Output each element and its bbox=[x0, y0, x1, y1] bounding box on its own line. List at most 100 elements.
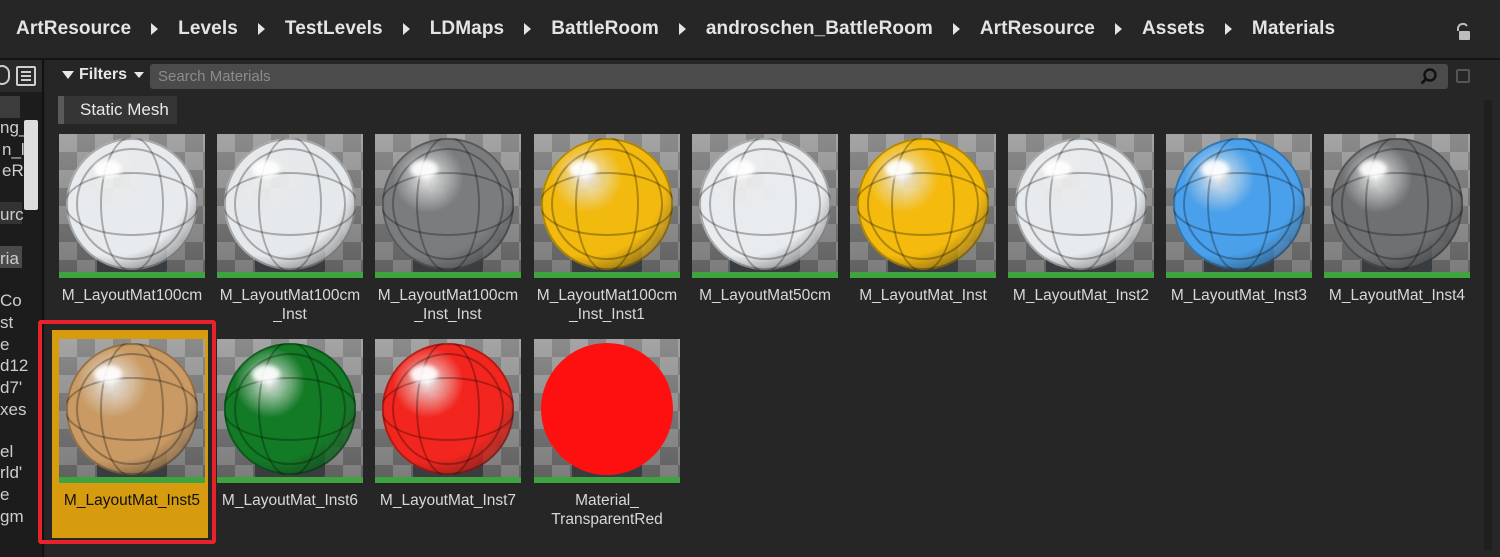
tree-item[interactable]: rld' bbox=[0, 463, 22, 483]
sphere-grid bbox=[382, 138, 514, 270]
asset-name: M_LayoutMat100cm _Inst_Inst1 bbox=[536, 287, 678, 323]
asset-tile[interactable]: M_LayoutMat100cm _Inst_Inst bbox=[375, 134, 521, 324]
breadcrumb-item[interactable]: LDMaps bbox=[430, 18, 505, 40]
material-thumbnail bbox=[534, 134, 680, 278]
chevron-right-icon[interactable] bbox=[1224, 23, 1232, 35]
asset-tile[interactable]: M_LayoutMat_Inst5 bbox=[59, 339, 205, 510]
asset-tile[interactable]: M_LayoutMat_Inst7 bbox=[375, 339, 521, 510]
chevron-right-icon[interactable] bbox=[151, 23, 159, 35]
tree-item[interactable]: eR bbox=[2, 161, 24, 181]
asset-name: M_LayoutMat_Inst4 bbox=[1328, 287, 1466, 304]
asset-name: M_LayoutMat100cm bbox=[61, 287, 203, 304]
asset-type-bar bbox=[534, 477, 680, 483]
breadcrumb-item[interactable]: ArtResource bbox=[980, 18, 1095, 40]
filters-button[interactable]: Filters bbox=[62, 66, 145, 84]
sources-toggle-icon[interactable] bbox=[0, 65, 10, 85]
asset-tile[interactable]: M_LayoutMat100cm _Inst_Inst1 bbox=[534, 134, 680, 324]
sphere-grid bbox=[382, 343, 514, 475]
tree-item[interactable]: el bbox=[0, 442, 13, 462]
material-thumbnail bbox=[217, 134, 363, 278]
tree-item[interactable]: gm bbox=[0, 507, 24, 527]
sphere-highlight bbox=[885, 160, 913, 178]
asset-tile[interactable]: M_LayoutMat_Inst2 bbox=[1008, 134, 1154, 305]
asset-name: M_LayoutMat_Inst2 bbox=[1012, 287, 1150, 304]
asset-tile[interactable]: M_LayoutMat100cm bbox=[59, 134, 205, 305]
breadcrumb-item[interactable]: Assets bbox=[1142, 18, 1205, 40]
asset-type-bar bbox=[375, 272, 521, 278]
asset-tile[interactable]: M_LayoutMat_Inst4 bbox=[1324, 134, 1470, 305]
material-thumbnail bbox=[534, 339, 680, 483]
sphere-highlight bbox=[252, 365, 280, 383]
path-bar: ArtResource Levels TestLevels LDMaps Bat… bbox=[0, 0, 1500, 60]
tree-item[interactable]: n_l bbox=[2, 140, 25, 160]
breadcrumb-item-current[interactable]: Materials bbox=[1252, 18, 1335, 40]
tree-item[interactable]: ria bbox=[0, 249, 19, 269]
material-sphere bbox=[1331, 138, 1463, 270]
asset-tile[interactable]: Material_ TransparentRed bbox=[534, 339, 680, 529]
material-thumbnail bbox=[1166, 134, 1312, 278]
material-thumbnail bbox=[375, 339, 521, 483]
tree-row-highlight bbox=[0, 96, 20, 118]
sources-toolbar bbox=[0, 60, 42, 92]
asset-name: M_LayoutMat100cm _Inst bbox=[219, 287, 361, 323]
list-view-icon[interactable] bbox=[16, 66, 36, 86]
asset-type-bar bbox=[59, 477, 205, 483]
filter-chip[interactable]: Static Mesh bbox=[58, 96, 177, 124]
asset-tile[interactable]: M_LayoutMat_Inst6 bbox=[217, 339, 363, 510]
tree-item[interactable]: urc bbox=[0, 205, 24, 225]
breadcrumb-item[interactable]: TestLevels bbox=[285, 18, 383, 40]
sphere-grid bbox=[224, 343, 356, 475]
material-thumbnail bbox=[850, 134, 996, 278]
material-thumbnail bbox=[1008, 134, 1154, 278]
filters-label: Filters bbox=[79, 66, 128, 83]
tree-item[interactable]: st bbox=[0, 313, 13, 333]
tree-item[interactable]: e bbox=[0, 485, 9, 505]
tree-item[interactable]: e bbox=[0, 335, 9, 355]
material-thumbnail bbox=[59, 134, 205, 278]
breadcrumb-item[interactable]: BattleRoom bbox=[551, 18, 659, 40]
asset-scrollbar[interactable] bbox=[1484, 100, 1492, 550]
chevron-right-icon[interactable] bbox=[1114, 23, 1122, 35]
asset-name: M_LayoutMat50cm bbox=[699, 287, 831, 304]
asset-tile[interactable]: M_LayoutMat50cm bbox=[692, 134, 838, 305]
asset-name: Material_ TransparentRed bbox=[551, 492, 663, 528]
search-icon[interactable] bbox=[1420, 68, 1438, 86]
material-thumbnail bbox=[59, 339, 205, 483]
material-sphere bbox=[224, 138, 356, 270]
material-sphere bbox=[224, 343, 356, 475]
breadcrumb-item[interactable]: androschen_BattleRoom bbox=[706, 18, 933, 40]
material-sphere bbox=[1015, 138, 1147, 270]
material-sphere bbox=[541, 343, 673, 475]
tree-item[interactable]: Co bbox=[0, 291, 22, 311]
sphere-highlight bbox=[94, 365, 122, 383]
breadcrumb-item[interactable]: ArtResource bbox=[16, 18, 131, 40]
tree-item[interactable]: d12 bbox=[0, 356, 28, 376]
chevron-right-icon[interactable] bbox=[952, 23, 960, 35]
tree-item[interactable]: xes bbox=[0, 400, 26, 420]
asset-tile[interactable]: M_LayoutMat_Inst3 bbox=[1166, 134, 1312, 305]
save-search-icon[interactable] bbox=[1456, 69, 1470, 83]
tree-item[interactable]: d7' bbox=[0, 378, 22, 398]
search-input[interactable] bbox=[150, 64, 1410, 89]
chevron-right-icon[interactable] bbox=[524, 23, 532, 35]
tree-scrollbar[interactable] bbox=[24, 120, 38, 210]
material-thumbnail bbox=[217, 339, 363, 483]
chevron-right-icon[interactable] bbox=[402, 23, 410, 35]
sphere-highlight bbox=[94, 160, 122, 178]
sphere-grid bbox=[1015, 138, 1147, 270]
sphere-highlight bbox=[727, 160, 755, 178]
asset-tile[interactable]: M_LayoutMat_Inst bbox=[850, 134, 996, 305]
asset-type-bar bbox=[1166, 272, 1312, 278]
asset-type-bar bbox=[1008, 272, 1154, 278]
lock-icon[interactable] bbox=[1454, 22, 1472, 42]
asset-type-bar bbox=[59, 272, 205, 278]
search-box[interactable] bbox=[150, 64, 1448, 89]
sphere-highlight bbox=[1043, 160, 1071, 178]
asset-name: M_LayoutMat_Inst7 bbox=[379, 492, 517, 509]
asset-tile[interactable]: M_LayoutMat100cm _Inst bbox=[217, 134, 363, 324]
funnel-icon bbox=[62, 71, 74, 79]
breadcrumb-item[interactable]: Levels bbox=[178, 18, 238, 40]
chevron-right-icon[interactable] bbox=[678, 23, 686, 35]
chevron-right-icon[interactable] bbox=[257, 23, 265, 35]
sphere-highlight bbox=[410, 365, 438, 383]
